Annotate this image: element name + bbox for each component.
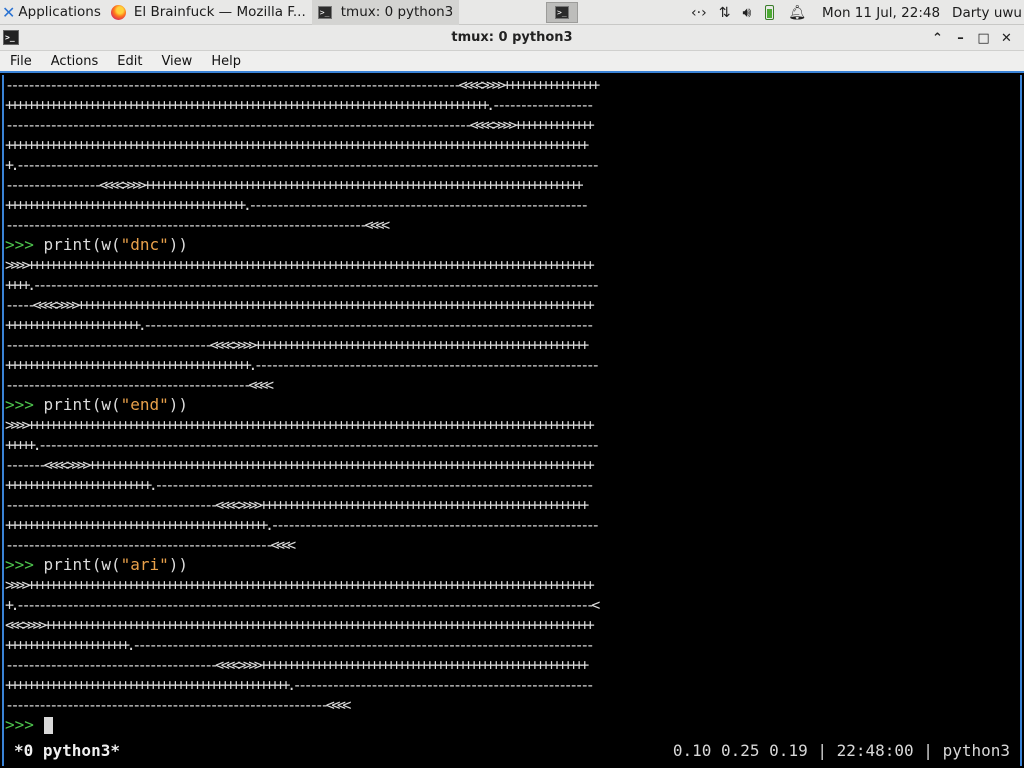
- command-line: >>> print(w("dnc")): [4, 235, 1020, 255]
- output-line: ----------------------------------------…: [5, 116, 595, 134]
- chevron-up-icon[interactable]: ⌃: [926, 31, 949, 46]
- volume-icon[interactable]: 🔊︎: [742, 5, 751, 21]
- output-line: -------------------------------------<<<…: [5, 336, 589, 354]
- output-line: ++++++++++++++++++++++++++++++++++++++++…: [5, 516, 600, 534]
- applications-label: Applications: [18, 4, 101, 20]
- output-line: ----------------------------------------…: [5, 536, 296, 554]
- output-line: ++++++++++++++++++++++++++.-------------…: [5, 476, 595, 494]
- window-title: tmux: 0 python3: [451, 30, 573, 45]
- output-line: ++++++++++++++++++++++.-----------------…: [5, 636, 595, 654]
- firefox-icon: [110, 4, 126, 20]
- command-text: print(w(: [43, 555, 121, 574]
- taskbar-item-label: tmux: 0 python3: [340, 4, 454, 20]
- output-line: +.--------------------------------------…: [5, 596, 600, 614]
- output-line: -----------------<<<<>>>>+++++++++++++++…: [5, 176, 584, 194]
- taskbar-item-label: El Brainfuck — Mozilla F...: [133, 4, 306, 20]
- input-line[interactable]: >>>: [4, 715, 1020, 735]
- output-line: --------------------------------------<<…: [5, 656, 589, 674]
- command-text: )): [168, 235, 189, 254]
- menu-help[interactable]: Help: [201, 54, 250, 69]
- menu-file[interactable]: File: [0, 54, 41, 69]
- command-text: )): [168, 555, 189, 574]
- taskbar-item-terminal[interactable]: >_ tmux: 0 python3: [311, 0, 460, 25]
- output-line: ----------------------------------------…: [5, 216, 390, 234]
- workspace-button[interactable]: >_: [546, 2, 578, 23]
- output-line: >>>>++++++++++++++++++++++++++++++++++++…: [5, 576, 595, 594]
- command-text: )): [168, 395, 189, 414]
- python-prompt: >>>: [5, 715, 34, 734]
- battery-icon[interactable]: [765, 5, 775, 20]
- output-line: ++++++++++++++++++++++++.---------------…: [5, 316, 595, 334]
- text-cursor: [43, 717, 53, 734]
- output-line: ++++++++++++++++++++++++++++++++++++++++…: [5, 676, 595, 694]
- maximize-button[interactable]: □: [972, 31, 995, 46]
- tmux-status-info: 0.10 0.25 0.19 | 22:48:00 | python3: [672, 741, 1010, 760]
- output-line: ----------------------------------------…: [5, 76, 600, 94]
- output-line: --------------------------------------<<…: [5, 496, 589, 514]
- terminal-output[interactable]: ----------------------------------------…: [2, 75, 1022, 766]
- output-line: >>>>++++++++++++++++++++++++++++++++++++…: [5, 256, 595, 274]
- system-tray: ‹·› ⇅ 🔊︎ 🔔︎ Mon 11 Jul, 22:48 Darty uwu: [685, 0, 1024, 25]
- python-prompt: >>>: [5, 395, 34, 414]
- terminal-icon: >_: [317, 5, 332, 19]
- terminal-icon: >_: [555, 6, 569, 19]
- output-line: ++++++++++++++++++++++++++++++++++++++++…: [5, 136, 589, 154]
- applications-menu[interactable]: ✕ Applications: [0, 0, 105, 25]
- output-line: +.--------------------------------------…: [5, 156, 600, 174]
- top-panel: ✕ Applications El Brainfuck — Mozilla F.…: [0, 0, 1024, 25]
- close-button[interactable]: ✕: [995, 31, 1018, 46]
- tmux-status-bar: *0 python3* 0.10 0.25 0.19 | 22:48:00 | …: [4, 740, 1020, 762]
- code-icon[interactable]: ‹·›: [691, 5, 707, 21]
- minimize-button[interactable]: –: [949, 31, 972, 46]
- command-text: print(w(: [43, 395, 121, 414]
- user-menu[interactable]: Darty uwu: [952, 5, 1022, 21]
- menu-view[interactable]: View: [151, 54, 201, 69]
- command-argument: "ari": [120, 555, 169, 574]
- command-text: print(w(: [43, 235, 121, 254]
- command-argument: "dnc": [120, 235, 169, 254]
- command-argument: "end": [120, 395, 169, 414]
- window-titlebar[interactable]: >_ tmux: 0 python3 ⌃ – □ ✕: [0, 25, 1024, 51]
- clock[interactable]: Mon 11 Jul, 22:48: [822, 5, 940, 21]
- command-line: >>> print(w("end")): [4, 395, 1020, 415]
- output-line: -------<<<<>>>>+++++++++++++++++++++++++…: [5, 456, 595, 474]
- menu-bar: File Actions Edit View Help: [0, 51, 1024, 73]
- window-controls: ⌃ – □ ✕: [926, 25, 1018, 51]
- tmux-window-name[interactable]: *0 python3*: [14, 740, 120, 762]
- output-line: ++++.-----------------------------------…: [5, 276, 600, 294]
- output-line: ++++++++++++++++++++++++++++++++++++++++…: [5, 356, 600, 374]
- xfce-logo-icon: ✕: [2, 2, 16, 22]
- output-line: ++++++++++++++++++++++++++++++++++++++++…: [5, 96, 595, 114]
- network-icon[interactable]: ⇅: [719, 5, 731, 21]
- python-prompt: >>>: [5, 555, 34, 574]
- terminal-icon[interactable]: >_: [3, 30, 19, 45]
- output-line: -----<<<<>>>>+++++++++++++++++++++++++++…: [5, 296, 595, 314]
- taskbar-item-firefox[interactable]: El Brainfuck — Mozilla F...: [105, 0, 312, 25]
- notification-bell-icon[interactable]: 🔔︎: [788, 5, 806, 21]
- output-line: ----------------------------------------…: [5, 376, 274, 394]
- menu-edit[interactable]: Edit: [107, 54, 151, 69]
- output-line: <<<>>>>+++++++++++++++++++++++++++++++++…: [5, 616, 595, 634]
- python-prompt: >>>: [5, 235, 34, 254]
- output-line: ----------------------------------------…: [5, 696, 351, 714]
- menu-actions[interactable]: Actions: [41, 54, 108, 69]
- output-line: +++++.----------------------------------…: [5, 436, 600, 454]
- output-line: >>>>++++++++++++++++++++++++++++++++++++…: [5, 416, 595, 434]
- output-line: ++++++++++++++++++++++++++++++++++++++++…: [5, 196, 589, 214]
- command-line: >>> print(w("ari")): [4, 555, 1020, 575]
